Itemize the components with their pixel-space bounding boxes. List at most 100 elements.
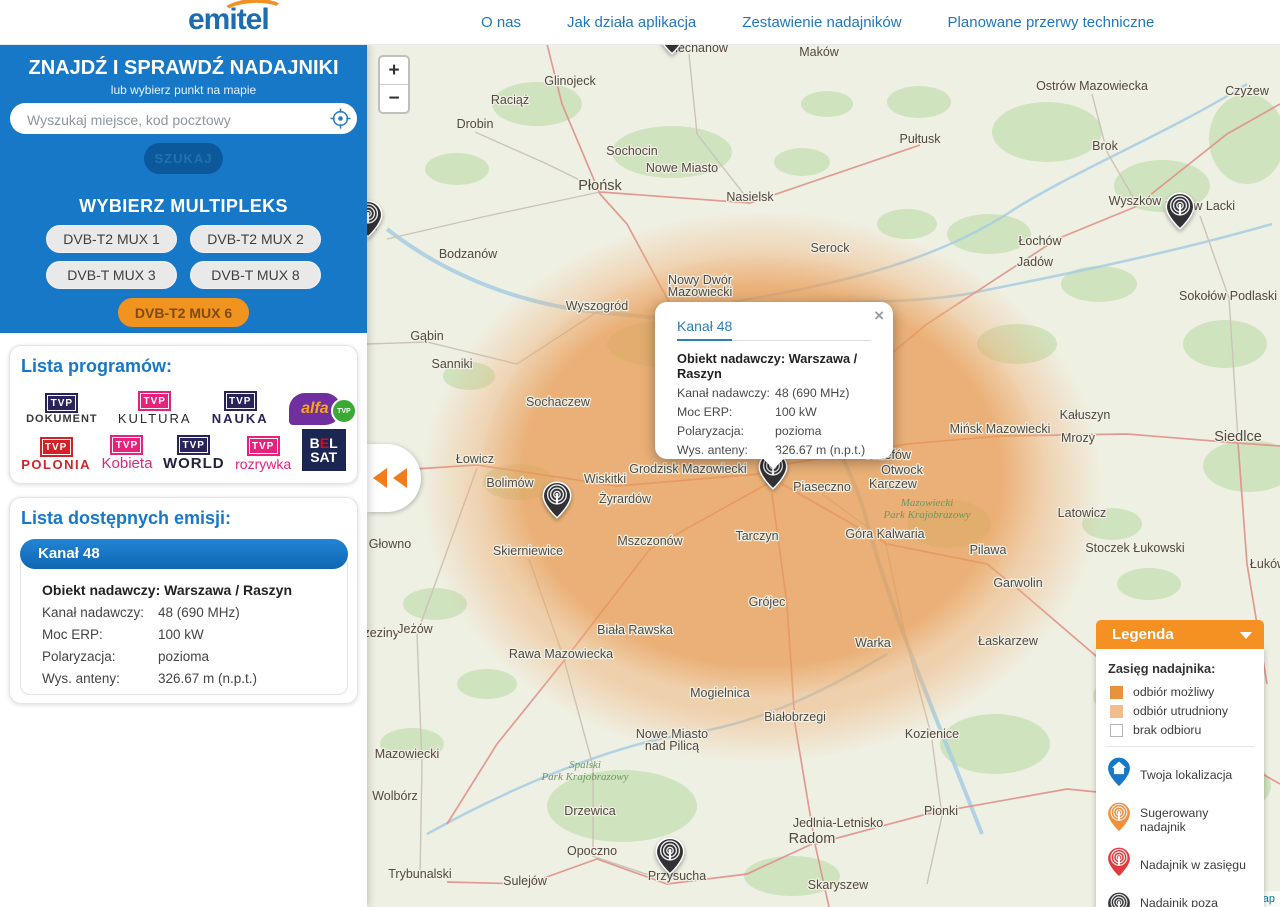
tvp-badge: TVP [40,437,73,457]
legend-swatch [1110,705,1123,718]
map-town-label: Stoczek Łukowski [1085,541,1184,555]
transmitter-popup: × Kanał 48 Obiekt nadawczy: Warszawa / R… [655,302,893,459]
search-button[interactable]: SZUKAJ [144,143,223,174]
map-town-label: Biała Rawska [597,623,673,637]
map-town-label: Mazowiecki [375,747,440,761]
popup-tabs: Kanał 48 [677,318,871,341]
map-canvas[interactable]: GlinojeckRaciążDrobinCiechanówMakówSocho… [367,44,1280,907]
emitel-logo[interactable]: emitel [188,3,269,37]
map-town-label: Grodzisk Mazowiecki [629,462,746,476]
emissions-card: Lista dostępnych emisji: Kanał 48 Obiekt… [9,497,358,704]
map-town-label: Tarczyn [735,529,778,543]
channel-name: POLONIA [21,458,91,471]
map-town-label: Glinojeck [544,74,596,88]
transmitter-marker-icon[interactable] [655,837,685,880]
map-town-label: Płońsk [578,178,622,194]
tvp-badge: TVP [138,391,171,411]
home-pin-icon [1106,756,1132,793]
map-town-label: Głowno [369,537,411,551]
mux-button[interactable]: DVB-T2 MUX 2 [190,225,321,253]
legend-range-item: odbiór możliwy [1106,685,1254,699]
map-town-label: Grójec [749,595,786,609]
map-town-label: Mszczonów [617,534,683,548]
transmitter-marker-icon[interactable] [367,200,383,243]
map-town-label: Siedlce [1214,429,1262,445]
map-town-label: Góra Kalwaria [845,527,924,541]
map-town-label: Brok [1092,139,1118,153]
zoom-out-button[interactable]: − [380,85,408,112]
map-town-label: Maków [799,45,840,59]
legend-marker-item: Nadajnik w zasięgu [1106,846,1254,883]
map-town-label: Sulejów [503,874,548,888]
map-town-label: Wyszków [1109,194,1163,208]
map-town-label: Latowicz [1058,506,1107,520]
map-town-label: Pionki [924,804,958,818]
transmitter-marker-icon[interactable] [657,44,687,60]
detail-row: Kanał nadawczy:48 (690 MHz) [677,386,893,400]
mux-button-grid: DVB-T2 MUX 1 DVB-T2 MUX 2 DVB-T MUX 3 DVB-T… [44,225,323,289]
tvp-badge: TVP [110,435,143,455]
map-town-label: Wiskitki [584,472,626,486]
top-bar: emitel O nas Jak działa aplikacja Zestawie… [0,0,1280,45]
search-input[interactable] [25,103,324,136]
map-town-label: Nowy DwórMazowiecki [668,273,733,299]
map-town-label: Czyżew [1225,84,1270,98]
detail-row: Moc ERP:100 kW [677,405,893,419]
map-town-label: Karczew [869,477,918,491]
map-town-label: Nowe Miasto [646,161,718,175]
detail-row: Polaryzacja:pozioma [42,649,347,664]
popup-tab-channel[interactable]: Kanał 48 [677,318,732,341]
map-town-label: Raciąż [491,93,529,107]
panel-title: ZNAJDŹ I SPRAWDŹ NADAJNIKI [0,44,367,80]
channel-name: Kobieta [102,456,153,471]
map-town-label: Mińsk Mazowiecki [950,422,1051,436]
channel-name: rozrywka [235,457,291,471]
map-town-label: Jadów [1017,255,1054,269]
map-town-label: Nasielsk [726,190,774,204]
emission-channel-pill[interactable]: Kanał 48 [20,539,348,569]
chevron-left-icon [373,468,387,488]
legend-label: Nadajnik w zasięgu [1140,858,1246,872]
zoom-in-button[interactable]: + [380,57,408,85]
locate-target-icon[interactable] [329,107,352,130]
top-nav: O nas Jak działa aplikacja Zestawienie nad… [481,0,1154,44]
nav-link[interactable]: Zestawienie nadajników [742,14,901,31]
map-town-label: Otwock [881,463,923,477]
map-town-label: Białobrzegi [764,710,826,724]
map-town-label: Warka [855,636,891,650]
map-town-label: Kozienice [905,727,959,741]
legend-label: Sugerowany nadajnik [1140,806,1254,834]
mux-button[interactable]: DVB-T MUX 8 [190,261,321,289]
map-town-label: Skaryszew [808,878,869,892]
channel-logo: TVPNAUKA [212,391,269,425]
map-town-label: Piaseczno [793,480,851,494]
legend-swatch [1110,724,1123,737]
transmitter-marker-icon[interactable] [542,481,572,524]
tvp-badge: TVP [224,391,257,411]
map-town-label: Wolbórz [372,789,418,803]
search-panel: ZNAJDŹ I SPRAWDŹ NADAJNIKI lub wybierz p… [0,44,367,333]
legend-marker-items: Twoja lokalizacja Sugerowany nadajnik Na… [1106,756,1254,907]
legend-marker-item: Sugerowany nadajnik [1106,801,1254,838]
belsat-logo: BELSAT [302,429,346,471]
panel-subtitle: lub wybierz punkt na mapie [0,83,367,97]
programs-heading: Lista programów: [10,346,357,379]
mux-button[interactable]: DVB-T2 MUX 6 [118,298,249,327]
channel-logo: TVProzrywka [235,436,291,471]
programs-card: Lista programów: TVPDOKUMENTTVPKULTURATV… [9,345,358,484]
legend-header[interactable]: Legenda [1096,620,1264,649]
transmitter-marker-icon[interactable] [1165,192,1195,235]
legend-title: Legenda [1112,626,1174,643]
mux-button[interactable]: DVB-T MUX 3 [46,261,177,289]
nav-link[interactable]: Jak działa aplikacja [567,14,696,31]
mux-button[interactable]: DVB-T2 MUX 1 [46,225,177,253]
close-icon[interactable]: × [874,306,884,326]
channels-row-2: TVPPOLONIATVPKobietaTVPWORLDTVProzrywka … [10,425,357,471]
channel-logo: TVPKobieta [102,435,153,471]
nav-link[interactable]: Planowane przerwy techniczne [948,14,1155,31]
emission-details-box: Obiekt nadawczy: Warszawa / Raszyn Kanał… [20,554,348,695]
legend-label: brak odbioru [1133,723,1201,737]
nav-link[interactable]: O nas [481,14,521,31]
legend-body: Zasięg nadajnika: odbiór możliwyodbiór u… [1096,649,1264,907]
chevron-left-icon [393,468,407,488]
